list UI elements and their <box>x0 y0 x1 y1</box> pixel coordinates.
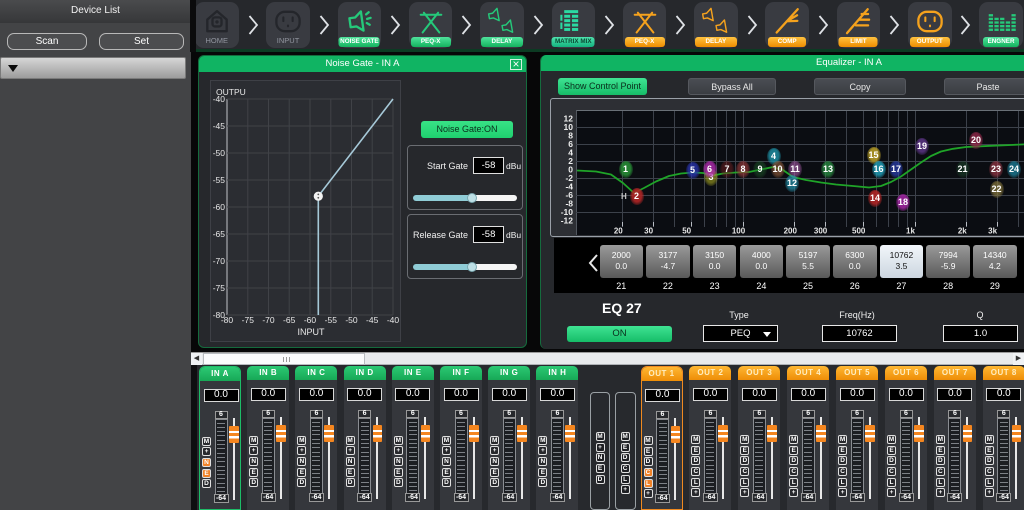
svg-text:-50: -50 <box>213 148 226 158</box>
svg-text:200: 200 <box>784 227 798 236</box>
svg-text:3k: 3k <box>988 227 997 236</box>
svg-text:-45: -45 <box>213 121 226 131</box>
svg-text:-60: -60 <box>213 202 226 212</box>
svg-text:-65: -65 <box>283 315 296 325</box>
svg-text:500: 500 <box>852 227 866 236</box>
svg-text:2k: 2k <box>958 227 967 236</box>
svg-text:300: 300 <box>814 227 828 236</box>
svg-text:-70: -70 <box>262 315 275 325</box>
svg-text:-45: -45 <box>366 315 379 325</box>
svg-text:-75: -75 <box>242 315 255 325</box>
svg-text:INPUT: INPUT <box>298 327 326 337</box>
svg-text:-50: -50 <box>345 315 358 325</box>
svg-text:-70: -70 <box>213 256 226 266</box>
svg-text:30: 30 <box>644 227 653 236</box>
svg-text:100: 100 <box>732 227 746 236</box>
svg-text:20: 20 <box>614 227 623 236</box>
svg-text:-65: -65 <box>213 229 226 239</box>
svg-text:1k: 1k <box>906 227 915 236</box>
svg-text:-12: -12 <box>561 216 574 226</box>
svg-text:50: 50 <box>682 227 691 236</box>
svg-text:-60: -60 <box>304 315 317 325</box>
svg-text:-55: -55 <box>325 315 338 325</box>
svg-text:-75: -75 <box>213 283 226 293</box>
svg-text:-40: -40 <box>213 94 226 104</box>
svg-text:-40: -40 <box>387 315 400 325</box>
svg-text:-80: -80 <box>221 315 234 325</box>
svg-text:-55: -55 <box>213 175 226 185</box>
